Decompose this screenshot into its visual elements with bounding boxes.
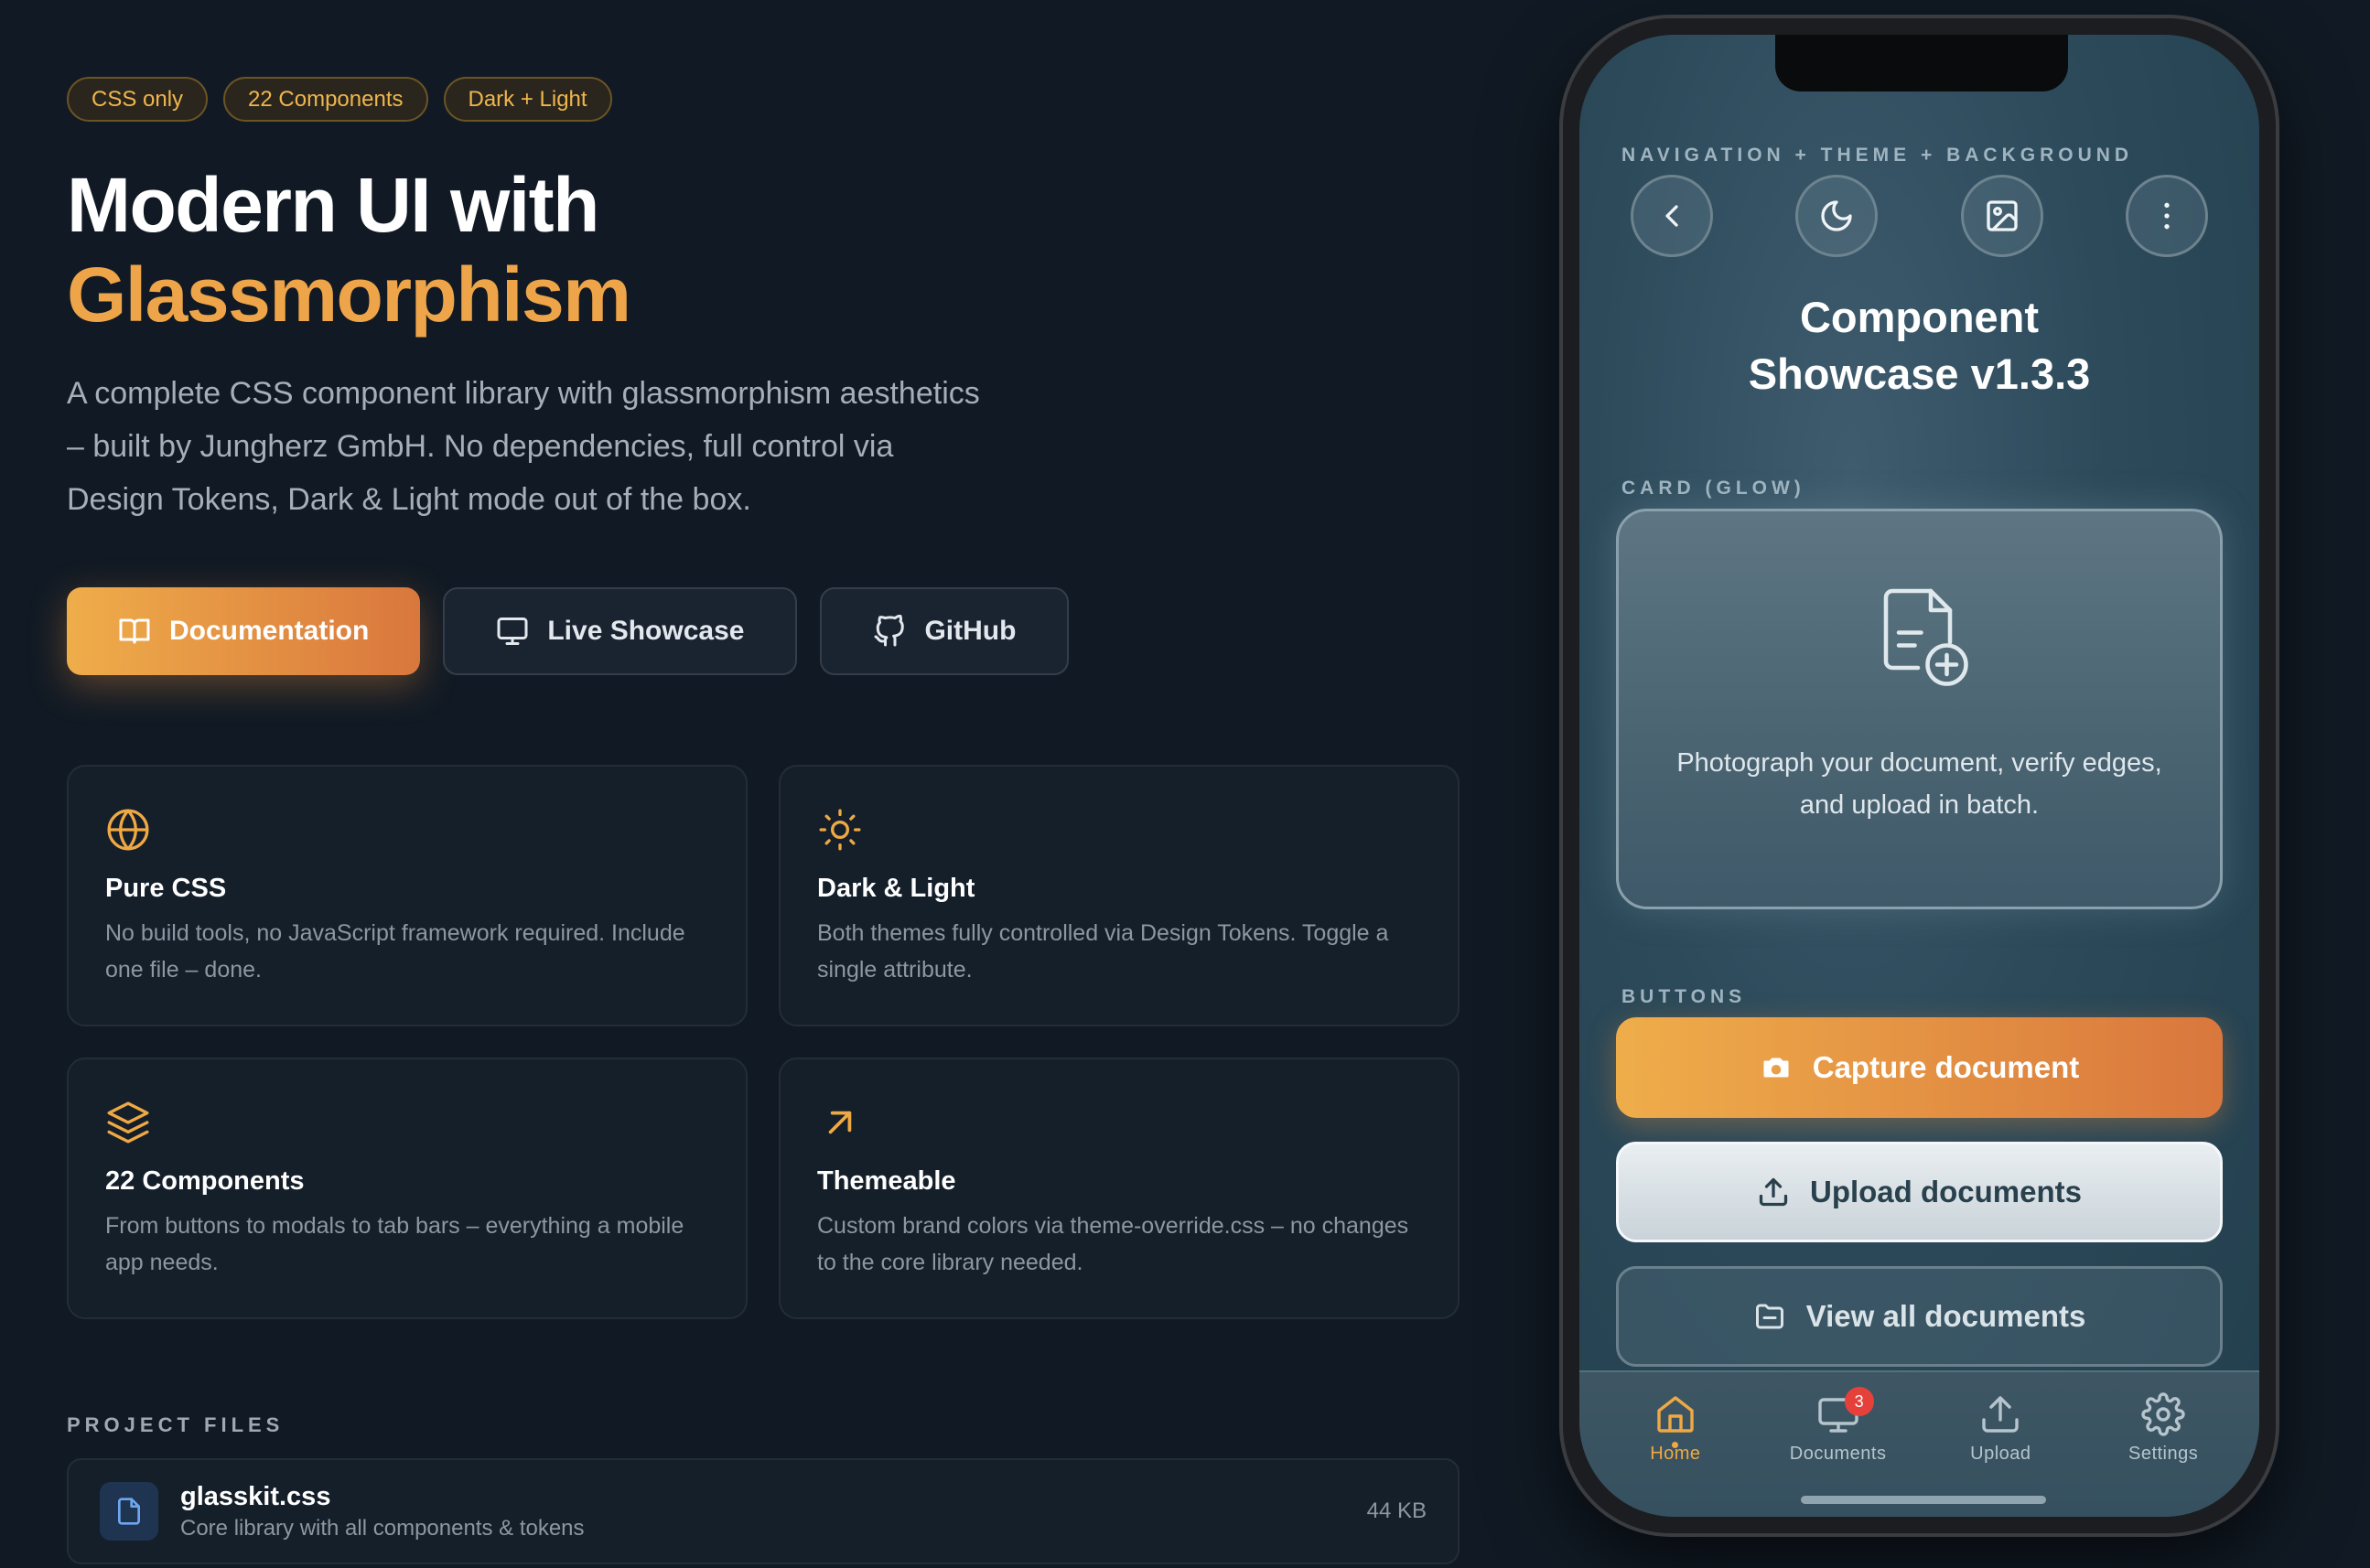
notification-badge: 3 <box>1844 1387 1874 1416</box>
feature-desc: From buttons to modals to tab bars – eve… <box>105 1213 684 1275</box>
capture-document-label: Capture document <box>1812 1050 2080 1084</box>
folder-icon <box>1755 1304 1783 1329</box>
phone-screen: NAVIGATION + THEME + BACKGROUND Componen… <box>1579 35 2259 1517</box>
sun-icon <box>819 809 861 851</box>
nav-section-label: NAVIGATION + THEME + BACKGROUND <box>1621 145 2134 166</box>
tab-upload-label: Upload <box>1970 1444 2031 1464</box>
showcase-title: Component Showcase v1.3.3 <box>1579 289 2259 403</box>
card-section-label: CARD (GLOW) <box>1621 478 1805 499</box>
github-icon <box>874 615 905 647</box>
theme-toggle-button[interactable] <box>1795 175 1879 257</box>
more-vertical-icon <box>2164 202 2170 230</box>
phone-mockup: NAVIGATION + THEME + BACKGROUND Componen… <box>1559 15 2279 1537</box>
image-icon <box>1986 200 2018 231</box>
upload-icon <box>1759 1177 1788 1207</box>
tab-bar: Home 3 Documents Upload Settings <box>1579 1370 2259 1517</box>
showcase-title-line2: Showcase v1.3.3 <box>1748 349 2091 398</box>
tab-documents[interactable]: 3 Documents <box>1770 1387 1907 1465</box>
hero-description: A complete CSS component library with gl… <box>67 376 980 517</box>
github-label: GitHub <box>924 616 1017 646</box>
hero-title-line1: Modern UI with <box>67 162 599 248</box>
tab-home[interactable]: Home <box>1607 1392 1744 1465</box>
phone-notch <box>1775 35 2068 91</box>
glow-card[interactable]: Photograph your document, verify edges, … <box>1616 509 2223 909</box>
book-icon <box>119 618 150 644</box>
chevron-left-icon <box>1665 205 1678 227</box>
feature-grid: Pure CSS No build tools, no JavaScript f… <box>67 765 1460 1319</box>
badge-row: CSS only 22 Components Dark + Light <box>67 77 1460 122</box>
documentation-button[interactable]: Documentation <box>67 587 421 675</box>
tab-settings-label: Settings <box>2128 1444 2199 1464</box>
globe-icon <box>107 809 149 851</box>
document-add-icon <box>1883 588 1968 686</box>
tab-documents-label: Documents <box>1789 1444 1887 1464</box>
live-showcase-button[interactable]: Live Showcase <box>443 587 798 675</box>
feature-card-components: 22 Components From buttons to modals to … <box>67 1058 748 1319</box>
arrow-up-right-icon <box>828 1111 852 1134</box>
upload-documents-label: Upload documents <box>1809 1175 2083 1208</box>
landing-content: CSS only 22 Components Dark + Light Mode… <box>67 77 1460 1564</box>
tab-settings[interactable]: Settings <box>2095 1392 2232 1465</box>
more-button[interactable] <box>2125 175 2208 257</box>
layers-icon <box>107 1101 149 1144</box>
file-name: glasskit.css <box>180 1481 331 1511</box>
background-button[interactable] <box>1960 175 2043 257</box>
hero-title: Modern UI with Glassmorphism <box>67 160 1460 339</box>
github-button[interactable]: GitHub <box>820 587 1070 675</box>
feature-title: Dark & Light <box>817 874 975 903</box>
badge-css-only: CSS only <box>67 77 209 122</box>
feature-title: Pure CSS <box>105 874 227 903</box>
back-button[interactable] <box>1631 175 1713 257</box>
file-icon <box>100 1482 158 1541</box>
file-size: 44 KB <box>1366 1498 1427 1523</box>
file-text: glasskit.css Core library with all compo… <box>180 1482 1367 1541</box>
project-files-label: PROJECT FILES <box>67 1413 285 1436</box>
file-description: Core library with all components & token… <box>180 1515 585 1541</box>
feature-desc: Custom brand colors via theme-override.c… <box>817 1213 1409 1275</box>
feature-card-themeable: Themeable Custom brand colors via theme-… <box>779 1058 1460 1319</box>
hero-title-line2: Glassmorphism <box>67 252 631 338</box>
live-showcase-label: Live Showcase <box>547 616 745 646</box>
glow-card-text: Photograph your document, verify edges, … <box>1676 748 2162 820</box>
buttons-section-label: BUTTONS <box>1621 986 1747 1007</box>
tab-upload[interactable]: Upload <box>1932 1392 2069 1465</box>
camera-icon <box>1763 1058 1789 1078</box>
view-all-documents-button[interactable]: View all documents <box>1616 1266 2223 1367</box>
badge-components: 22 Components <box>223 77 428 122</box>
feature-desc: No build tools, no JavaScript framework … <box>105 920 685 983</box>
showcase-title-line1: Component <box>1799 293 2040 341</box>
home-icon <box>1657 1396 1694 1433</box>
feature-title: Themeable <box>817 1166 956 1196</box>
badge-dark-light: Dark + Light <box>443 77 612 122</box>
upload-icon <box>1982 1396 2020 1433</box>
nav-button-row <box>1631 175 2208 257</box>
view-all-documents-label: View all documents <box>1805 1299 2086 1333</box>
gear-icon <box>2141 1392 2185 1436</box>
home-indicator <box>1801 1496 2046 1504</box>
cta-row: Documentation Live Showcase GitHub <box>67 587 1460 675</box>
feature-card-dark-light: Dark & Light Both themes fully controlle… <box>779 765 1460 1026</box>
feature-card-pure-css: Pure CSS No build tools, no JavaScript f… <box>67 765 748 1026</box>
documentation-label: Documentation <box>169 616 370 646</box>
feature-desc: Both themes fully controlled via Design … <box>817 920 1389 983</box>
upload-documents-button[interactable]: Upload documents <box>1616 1142 2223 1242</box>
file-row-glasskit[interactable]: glasskit.css Core library with all compo… <box>67 1458 1460 1564</box>
moon-icon <box>1821 200 1852 231</box>
feature-title: 22 Components <box>105 1166 305 1196</box>
capture-document-button[interactable]: Capture document <box>1616 1017 2223 1118</box>
monitor-icon <box>497 618 528 645</box>
